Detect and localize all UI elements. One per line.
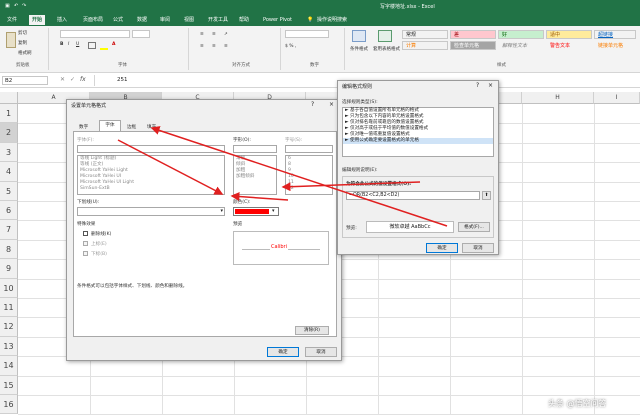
arrow-to-color bbox=[117, 139, 224, 195]
arrow-to-fill-tab bbox=[150, 126, 448, 227]
arrow-to-picker bbox=[230, 192, 289, 202]
watermark: 头条 @悟空问答 bbox=[548, 399, 607, 408]
arrow-from-formula bbox=[281, 181, 421, 192]
annotation-arrows bbox=[117, 126, 448, 227]
